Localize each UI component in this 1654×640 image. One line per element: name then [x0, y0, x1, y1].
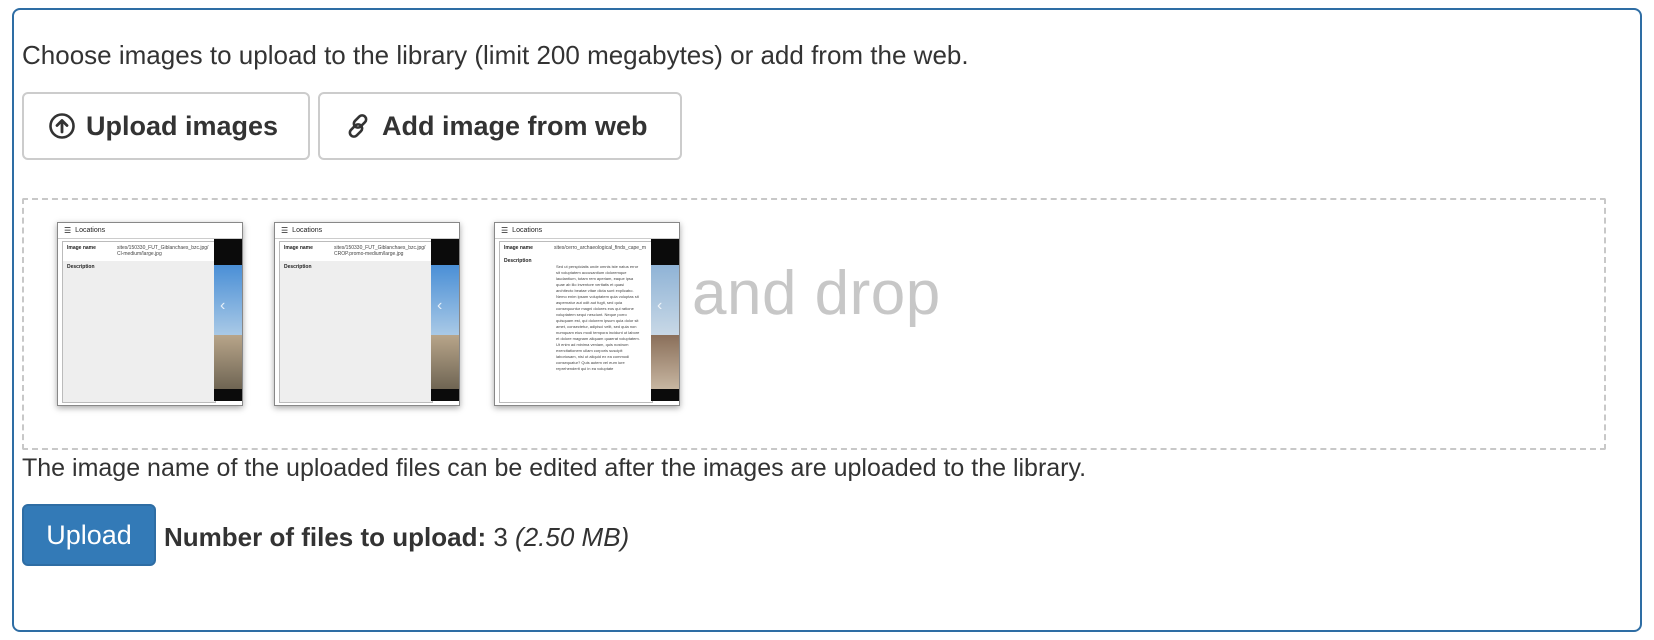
menu-icon: ☰ — [501, 226, 509, 235]
thumbnail-description-value: Sed ut perspiciatis unde omnis iste natu… — [556, 264, 640, 371]
file-size: (2.50 MB) — [515, 522, 630, 552]
thumbnail-header: ☰ Locations — [495, 223, 679, 239]
thumbnail-form: Image name sites/150330_FUT_Giblanchaes_… — [279, 241, 433, 403]
thumbnail-description-label: Description — [67, 264, 95, 270]
thumbnail-photo: ‹ — [431, 239, 459, 401]
thumbnail-name-value: sites/cerro_archaeological_finds_cape_m — [554, 245, 646, 251]
thumbnail-title: Locations — [75, 227, 106, 234]
chevron-left-icon: ‹ — [220, 297, 226, 314]
menu-icon: ☰ — [64, 226, 72, 235]
chevron-left-icon: ‹ — [437, 297, 443, 314]
thumbnail-name-value: sites/150330_FUT_Giblanchaes_bzc.jpg/Cl-… — [117, 245, 209, 257]
drop-zone-placeholder: and drop — [692, 259, 941, 328]
upload-images-button[interactable]: Upload images — [22, 92, 310, 160]
image-thumbnail[interactable]: ☰ Locations Image name sites/150330_FUT_… — [274, 222, 460, 406]
thumbnail-name-value: sites/150330_FUT_Giblanchaes_bzc.jpg/CRO… — [334, 245, 426, 257]
intro-text: Choose images to upload to the library (… — [22, 40, 969, 70]
thumbnail-form: Image name sites/cerro_archaeological_fi… — [499, 241, 653, 403]
chevron-left-icon: ‹ — [657, 297, 663, 314]
upload-button[interactable]: Upload — [22, 504, 156, 566]
thumbnail-name-row: Image name sites/cerro_archaeological_fi… — [500, 242, 652, 255]
thumbnail-name-label: Image name — [504, 245, 533, 251]
upload-note: The image name of the uploaded files can… — [22, 454, 1087, 482]
file-count-value: 3 — [493, 522, 508, 552]
thumbnail-header: ☰ Locations — [58, 223, 242, 239]
thumbnail-name-row: Image name sites/150330_FUT_Giblanchaes_… — [280, 242, 432, 261]
upload-images-label: Upload images — [86, 110, 279, 141]
add-image-from-web-button[interactable]: Add image from web — [318, 92, 682, 160]
circle-arrow-up-icon — [48, 112, 76, 140]
thumbnail-header: ☰ Locations — [275, 223, 459, 239]
thumbnail-photo: ‹ — [214, 239, 242, 401]
thumbnail-name-label: Image name — [284, 245, 313, 251]
menu-icon: ☰ — [281, 226, 289, 235]
thumbnail-photo: ‹ — [651, 239, 679, 401]
file-count: Number of files to upload: 3 (2.50 MB) — [164, 522, 629, 553]
link-icon — [344, 112, 372, 140]
add-image-from-web-label: Add image from web — [382, 110, 648, 141]
thumbnail-title: Locations — [292, 227, 323, 234]
thumbnail-form: Image name sites/150330_FUT_Giblanchaes_… — [62, 241, 216, 403]
thumbnail-title: Locations — [512, 227, 543, 234]
thumbnail-name-label: Image name — [67, 245, 96, 251]
thumbnail-description-label: Description — [284, 264, 312, 270]
file-count-label: Number of files to upload: — [164, 522, 487, 552]
image-thumbnail[interactable]: ☰ Locations Image name sites/cerro_archa… — [494, 222, 680, 406]
image-thumbnail[interactable]: ☰ Locations Image name sites/150330_FUT_… — [57, 222, 243, 406]
thumbnail-name-row: Image name sites/150330_FUT_Giblanchaes_… — [63, 242, 215, 261]
